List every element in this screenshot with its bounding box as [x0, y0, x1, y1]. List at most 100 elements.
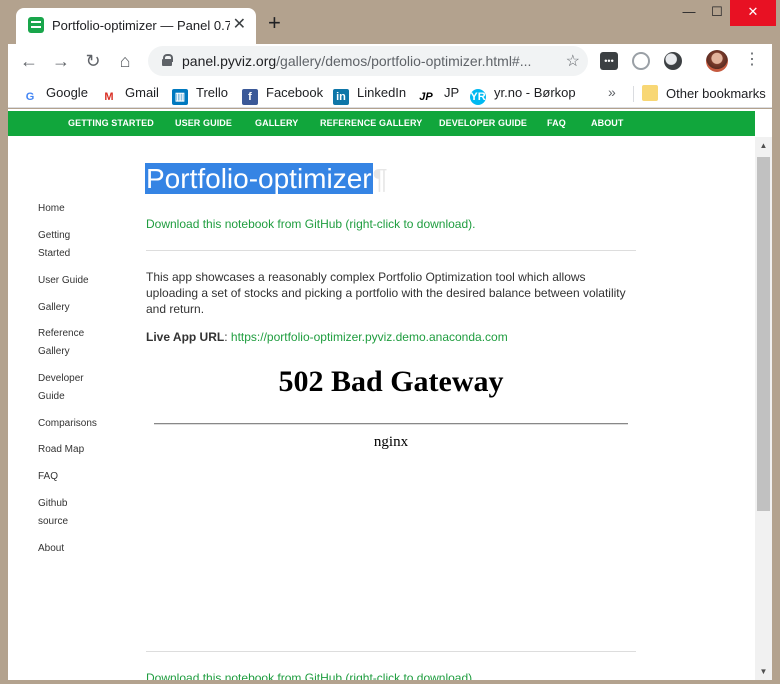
site-nav-bar: GETTING STARTED USER GUIDE GALLERY REFER… — [8, 111, 755, 136]
page-viewport: GETTING STARTED USER GUIDE GALLERY REFER… — [8, 109, 772, 680]
other-bookmarks[interactable]: Other bookmarks — [642, 85, 766, 103]
url-path: /gallery/demos/portfolio-optimizer.html#… — [276, 53, 532, 69]
divider — [146, 250, 636, 251]
app-description: This app showcases a reasonably complex … — [146, 270, 626, 316]
sidebar-item-user-guide[interactable]: User Guide — [38, 272, 102, 290]
sidebar-item-about[interactable]: About — [38, 540, 102, 558]
live-app-separator: : — [224, 330, 231, 344]
bookmarks-bar: G Google M Gmail ▥ Trello f Facebook in Linke… — [8, 78, 772, 108]
sidebar-item-label: Gallery — [38, 346, 70, 357]
sidebar-item-developer-guide[interactable]: Developer Guide — [38, 370, 102, 406]
facebook-icon: f — [242, 89, 258, 105]
bookmark-yr[interactable]: YR yr.no - Børkop — [470, 85, 576, 105]
forward-button[interactable]: → — [50, 50, 72, 72]
page-title-text: Portfolio-optimizer — [145, 163, 373, 194]
nav-reference-gallery[interactable]: REFERENCE GALLERY — [320, 118, 422, 128]
scroll-up-arrow-icon[interactable]: ▲ — [755, 137, 772, 154]
permalink-icon[interactable]: ¶ — [373, 163, 388, 194]
other-bookmarks-label: Other bookmarks — [666, 86, 766, 101]
tab-close-icon[interactable]: ✕ — [233, 16, 246, 34]
live-app-url-line: Live App URL: https://portfolio-optimize… — [146, 330, 508, 344]
close-window-button[interactable]: ✕ — [730, 0, 776, 26]
sidebar-item-label: Comparisons — [38, 418, 97, 429]
active-tab[interactable]: Portfolio-optimizer — Panel 0.7.0 ✕ — [16, 8, 256, 44]
scroll-thumb[interactable] — [757, 157, 770, 511]
error-server-name: nginx — [373, 434, 409, 450]
minimize-button[interactable]: — — [674, 0, 704, 26]
sidebar-item-label: Gallery — [38, 302, 70, 313]
url-host: panel.pyviz.org — [182, 53, 277, 69]
bookmark-label: JP — [444, 85, 460, 100]
bookmark-linkedin[interactable]: in LinkedIn — [333, 85, 407, 105]
sidebar-item-label: source — [38, 516, 69, 527]
sidebar-item-label: Guide — [38, 391, 65, 402]
browser-window: Portfolio-optimizer — Panel 0.7.0 ✕ + — … — [0, 0, 780, 684]
download-notebook-link[interactable]: Download this notebook from GitHub (righ… — [146, 217, 475, 231]
bookmark-label: Trello — [196, 85, 229, 100]
sidebar-item-faq[interactable]: FAQ — [38, 468, 102, 486]
sidebar-item-label: Developer — [38, 373, 84, 384]
jp-icon: JP — [419, 91, 433, 103]
extension-circle-icon[interactable] — [664, 52, 682, 70]
sidebar-item-label: Road Map — [38, 444, 85, 455]
bookmark-star-icon[interactable]: ☆ — [566, 51, 580, 71]
nav-getting-started[interactable]: GETTING STARTED — [68, 118, 154, 128]
error-heading: 502 Bad Gateway — [278, 365, 504, 398]
sidebar-item-label: Home — [38, 203, 65, 214]
scroll-down-arrow-icon[interactable]: ▼ — [755, 663, 772, 680]
profile-avatar[interactable] — [706, 50, 728, 72]
home-button[interactable]: ⌂ — [114, 50, 136, 72]
page-scrollbar[interactable]: ▲ ▼ — [755, 137, 772, 680]
sidebar-item-github-source[interactable]: Github source — [38, 495, 102, 531]
bookmark-jp[interactable]: JP JP — [416, 85, 459, 103]
sidebar-item-reference-gallery[interactable]: Reference Gallery — [38, 325, 102, 361]
extension-dots-icon[interactable]: ••• — [600, 52, 618, 70]
divider — [146, 651, 636, 652]
maximize-button[interactable]: ☐ — [702, 0, 732, 26]
bookmark-gmail[interactable]: M Gmail — [101, 85, 159, 103]
new-tab-button[interactable]: + — [268, 12, 281, 34]
url-text[interactable]: panel.pyviz.org/gallery/demos/portfolio-… — [182, 53, 531, 69]
nav-about[interactable]: ABOUT — [591, 118, 624, 128]
linkedin-icon: in — [333, 89, 349, 105]
sidebar-item-home[interactable]: Home — [38, 200, 102, 218]
download-notebook-link-bottom[interactable]: Download this notebook from GitHub (righ… — [146, 671, 475, 680]
sidebar-item-label: Github — [38, 498, 68, 509]
lock-icon[interactable] — [162, 54, 173, 66]
sidebar-item-label: FAQ — [38, 471, 59, 482]
browser-menu-icon[interactable]: ⋮ — [744, 50, 760, 70]
bookmarks-overflow-button[interactable]: » — [608, 84, 616, 100]
sidebar-item-label: Getting — [38, 230, 71, 241]
sidebar-item-gallery[interactable]: Gallery — [38, 299, 102, 317]
sidebar-item-getting-started[interactable]: Getting Started — [38, 227, 102, 263]
bookmark-label: yr.no - Børkop — [494, 85, 576, 100]
sidebar-item-label: Started — [38, 248, 71, 259]
browser-toolbar: ← → ↻ ⌂ panel.pyviz.org/gallery/demos/po… — [8, 44, 772, 78]
panel-favicon-icon — [28, 17, 44, 33]
bookmark-label: LinkedIn — [357, 85, 407, 100]
extension-ring-icon[interactable] — [632, 52, 650, 70]
sidebar-item-road-map[interactable]: Road Map — [38, 441, 102, 459]
yr-icon: YR — [470, 89, 486, 105]
bookmark-trello[interactable]: ▥ Trello — [172, 85, 229, 105]
google-icon: G — [25, 91, 35, 103]
live-app-link[interactable]: https://portfolio-optimizer.pyviz.demo.a… — [231, 330, 508, 344]
tab-title: Portfolio-optimizer — Panel 0.7.0 — [52, 18, 230, 33]
gmail-icon: M — [104, 91, 114, 103]
bookmark-google[interactable]: G Google — [22, 85, 88, 103]
bookmark-facebook[interactable]: f Facebook — [242, 85, 324, 105]
sidebar-item-label: Reference — [38, 328, 85, 339]
nav-gallery[interactable]: GALLERY — [255, 118, 298, 128]
nav-developer-guide[interactable]: DEVELOPER GUIDE — [439, 118, 527, 128]
tab-strip: Portfolio-optimizer — Panel 0.7.0 ✕ + — … — [0, 0, 780, 44]
nav-faq[interactable]: FAQ — [547, 118, 566, 128]
back-button[interactable]: ← — [18, 50, 40, 72]
bookmark-label: Facebook — [266, 85, 324, 100]
reload-button[interactable]: ↻ — [82, 50, 104, 72]
bookmark-label: Gmail — [125, 85, 159, 100]
address-bar[interactable]: panel.pyviz.org/gallery/demos/portfolio-… — [148, 46, 588, 76]
sidebar-item-comparisons[interactable]: Comparisons — [38, 415, 102, 433]
bookmarks-divider — [633, 86, 634, 102]
sidebar-item-label: User Guide — [38, 275, 89, 286]
nav-user-guide[interactable]: USER GUIDE — [175, 118, 232, 128]
